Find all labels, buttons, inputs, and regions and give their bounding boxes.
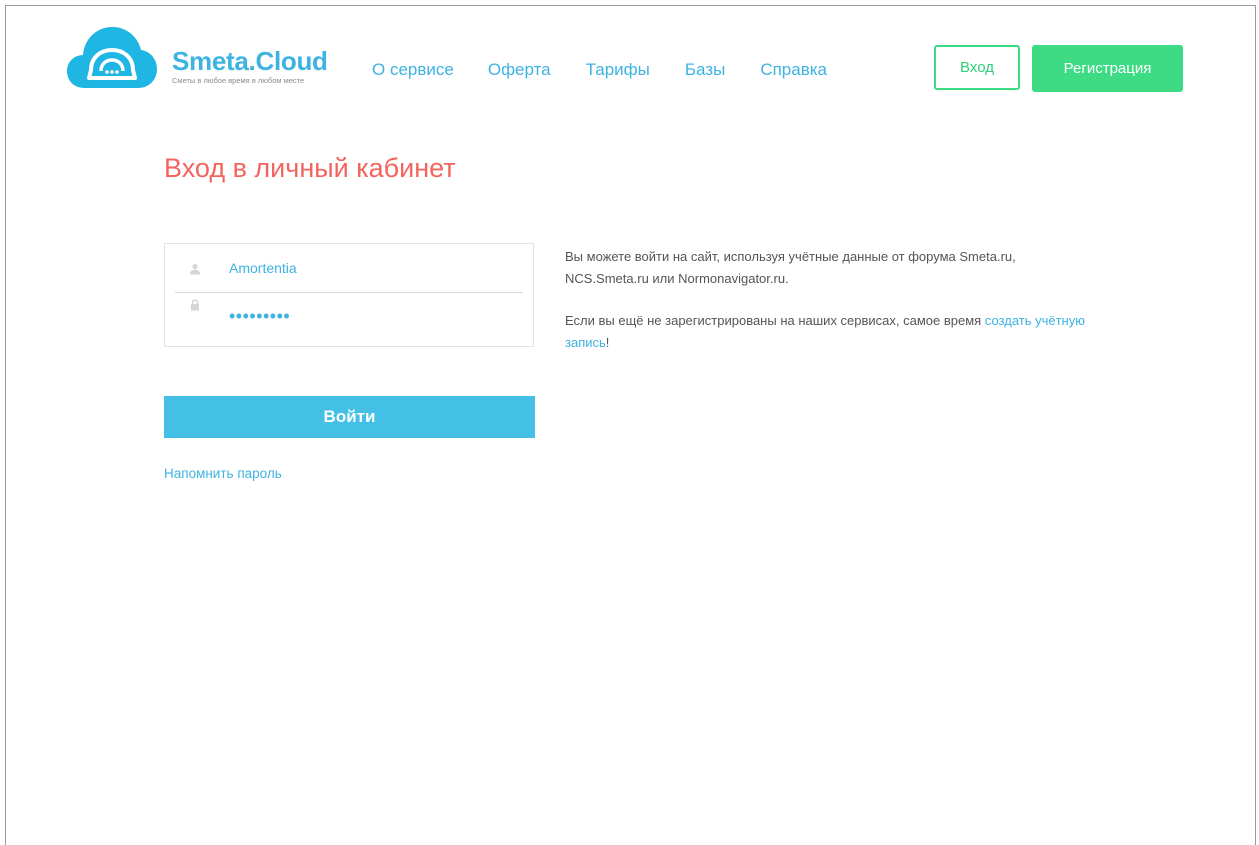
submit-button[interactable]: Войти (164, 396, 535, 438)
lock-icon (189, 298, 201, 311)
user-icon (189, 262, 201, 275)
info-paragraph-1: Вы можете войти на сайт, используя учётн… (565, 249, 1016, 286)
nav-item-about[interactable]: О сервисе (372, 60, 454, 80)
info-text: Вы можете войти на сайт, используя учётн… (565, 246, 1085, 374)
brand-name: Smeta.Cloud (172, 46, 328, 76)
register-button[interactable]: Регистрация (1032, 45, 1183, 92)
password-value: ••••••••• (229, 306, 291, 326)
info-paragraph-2-end: ! (605, 335, 610, 350)
login-button[interactable]: Вход (934, 45, 1020, 90)
forgot-password-link[interactable]: Напомнить пароль (164, 466, 282, 481)
nav-item-tariffs[interactable]: Тарифы (586, 60, 650, 80)
brand[interactable]: Smeta.Cloud Сметы в любое время в любом … (172, 46, 328, 85)
login-form: Amortentia ••••••••• (164, 243, 534, 347)
nav-item-databases[interactable]: Базы (685, 60, 725, 80)
nav-item-help[interactable]: Справка (760, 60, 827, 80)
page-title: Вход в личный кабинет (164, 153, 456, 183)
username-field[interactable]: Amortentia (175, 244, 523, 293)
main-nav: О сервисе Оферта Тарифы Базы Справка (372, 60, 862, 80)
info-paragraph-2: Если вы ещё не зарегистрированы на наших… (565, 310, 1085, 354)
username-value: Amortentia (229, 260, 297, 276)
brand-tagline: Сметы в любое время в любом месте (172, 76, 305, 85)
password-field[interactable]: ••••••••• (175, 296, 523, 344)
nav-item-offer[interactable]: Оферта (488, 60, 551, 80)
cloud-logo-icon[interactable] (67, 26, 157, 90)
info-paragraph-2-text: Если вы ещё не зарегистрированы на наших… (565, 313, 985, 328)
